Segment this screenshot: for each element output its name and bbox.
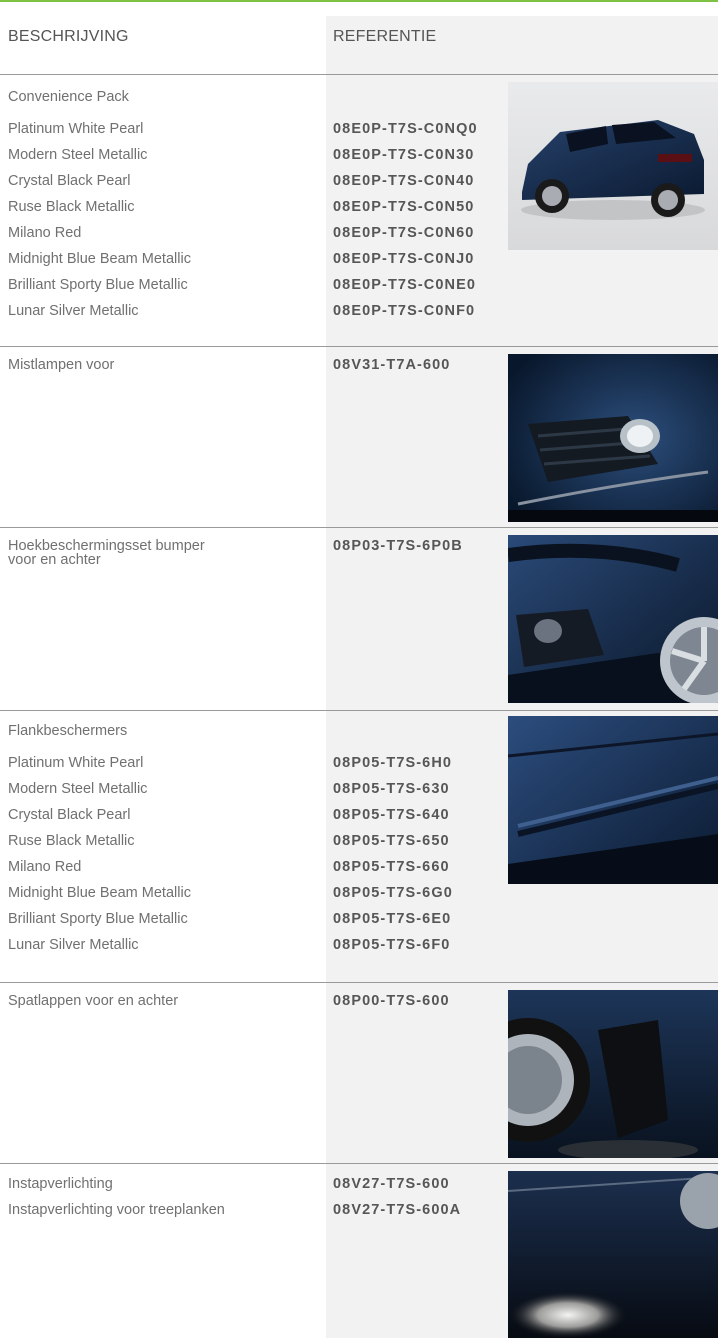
row-description: Mistlampen voor — [8, 357, 115, 373]
row-description: Brilliant Sporty Blue Metallic — [8, 911, 188, 927]
row-description: Midnight Blue Beam Metallic — [8, 885, 191, 901]
row-description: Ruse Black Metallic — [8, 199, 135, 215]
mud-flap-photo — [508, 990, 718, 1158]
row-description: Spatlappen voor en achter — [8, 993, 179, 1009]
row-reference: 08P03-T7S-6P0B — [333, 538, 463, 554]
table-row: Hoekbeschermingsset bumper voor en achte… — [0, 539, 320, 579]
row-reference: 08E0P-T7S-C0N40 — [333, 173, 475, 189]
row-reference: 08P00-T7S-600 — [333, 993, 450, 1009]
section-separator — [0, 710, 718, 711]
bumper-corner-photo — [508, 535, 718, 703]
row-description: Modern Steel Metallic — [8, 147, 148, 163]
row-description: Crystal Black Pearl — [8, 173, 131, 189]
row-reference: 08V27-T7S-600 — [333, 1176, 450, 1192]
section-title: Flankbeschermers — [8, 723, 128, 739]
row-reference: 08P05-T7S-650 — [333, 833, 450, 849]
row-description: Ruse Black Metallic — [8, 833, 135, 849]
row-reference: 08P05-T7S-6G0 — [333, 885, 453, 901]
row-description: Instapverlichting voor treeplanken — [8, 1202, 225, 1218]
row-reference: 08E0P-T7S-C0N50 — [333, 199, 475, 215]
row-reference: 08P05-T7S-630 — [333, 781, 450, 797]
row-description: Lunar Silver Metallic — [8, 937, 139, 953]
side-molding-photo — [508, 716, 718, 884]
row-reference: 08P05-T7S-6F0 — [333, 937, 451, 953]
header-separator — [0, 74, 718, 75]
fog-lamp-photo — [508, 354, 718, 522]
row-reference: 08V27-T7S-600A — [333, 1202, 462, 1218]
car-rear-photo — [508, 82, 718, 250]
row-reference: 08V31-T7A-600 — [333, 357, 451, 373]
row-reference: 08E0P-T7S-C0NJ0 — [333, 251, 475, 267]
row-reference: 08E0P-T7S-C0NE0 — [333, 277, 477, 293]
row-reference: 08P05-T7S-6H0 — [333, 755, 453, 771]
section-separator — [0, 982, 718, 983]
row-description: Crystal Black Pearl — [8, 807, 131, 823]
row-reference: 08E0P-T7S-C0N60 — [333, 225, 475, 241]
row-description: Milano Red — [8, 225, 82, 241]
row-reference: 08E0P-T7S-C0N30 — [333, 147, 475, 163]
row-reference: 08P05-T7S-640 — [333, 807, 450, 823]
row-description: Hoekbeschermingsset bumper voor en achte… — [8, 538, 205, 568]
row-reference: 08E0P-T7S-C0NF0 — [333, 303, 476, 319]
row-description: Modern Steel Metallic — [8, 781, 148, 797]
row-reference: 08P05-T7S-660 — [333, 859, 450, 875]
entry-light-photo — [508, 1171, 718, 1338]
column-header-description: BESCHRIJVING — [8, 28, 129, 45]
section-title: Convenience Pack — [8, 89, 129, 105]
row-reference: 08P05-T7S-6E0 — [333, 911, 452, 927]
row-description: Midnight Blue Beam Metallic — [8, 251, 191, 267]
top-accent-rule — [0, 0, 718, 2]
row-description: Platinum White Pearl — [8, 755, 144, 771]
row-description: Milano Red — [8, 859, 82, 875]
row-description: Platinum White Pearl — [8, 121, 144, 137]
column-header-reference: REFERENTIE — [333, 28, 437, 45]
section-separator — [0, 1163, 718, 1164]
row-description: Instapverlichting — [8, 1176, 113, 1192]
section-separator — [0, 346, 718, 347]
section-separator — [0, 527, 718, 528]
row-reference: 08E0P-T7S-C0NQ0 — [333, 121, 478, 137]
row-description: Brilliant Sporty Blue Metallic — [8, 277, 188, 293]
row-description: Lunar Silver Metallic — [8, 303, 139, 319]
